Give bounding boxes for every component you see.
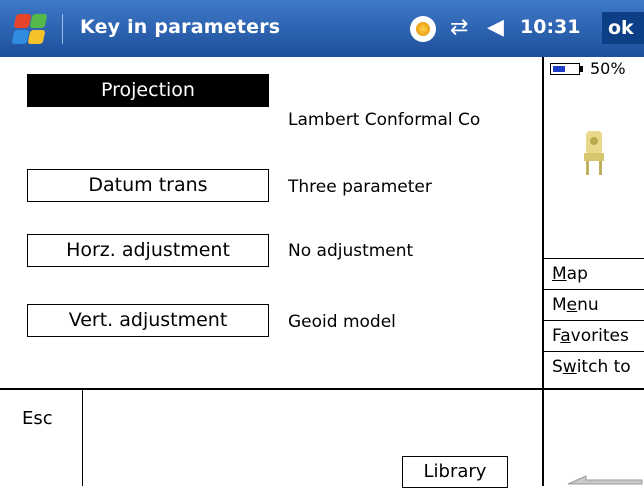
datum-trans-value: Three parameter [288, 177, 432, 197]
vert-adjustment-button[interactable]: Vert. adjustment [27, 304, 269, 337]
esc-label: Esc [22, 408, 53, 429]
library-button[interactable]: Library [402, 456, 508, 488]
windows-start-icon[interactable] [11, 12, 48, 46]
menu-button[interactable]: Menu [544, 289, 644, 320]
battery-tip [580, 66, 583, 72]
vert-adjustment-value: Geoid model [288, 312, 396, 332]
battery-fill [553, 66, 565, 72]
bottom-divider [0, 388, 644, 390]
clock[interactable]: 10:31 [520, 16, 580, 38]
window-title: Key in parameters [80, 16, 281, 38]
title-separator [62, 14, 63, 44]
total-station-icon[interactable] [582, 131, 606, 175]
battery-icon[interactable] [550, 63, 580, 75]
projection-button[interactable]: Projection [27, 74, 269, 107]
esc-button[interactable]: Esc [0, 390, 83, 486]
sync-icon[interactable] [410, 16, 436, 42]
map-button[interactable]: Map [544, 258, 644, 289]
parameters-panel: Projection Lambert Conformal Co Datum tr… [0, 57, 542, 388]
title-bar: Key in parameters ⇄ ◀︎ 10:31 ok [0, 0, 644, 57]
projection-value: Lambert Conformal Co [288, 110, 481, 130]
datum-trans-button[interactable]: Datum trans [27, 169, 269, 202]
battery-percent[interactable]: 50% [590, 59, 626, 78]
right-panel: 50% Map Menu Favorites Switch to [544, 57, 644, 388]
switch-to-button[interactable]: Switch to [544, 351, 644, 382]
horz-adjustment-button[interactable]: Horz. adjustment [27, 234, 269, 267]
keyboard-arrow-icon[interactable] [566, 462, 644, 486]
horz-adjustment-value: No adjustment [288, 241, 414, 261]
connectivity-icon[interactable]: ⇄ [450, 15, 468, 41]
volume-icon[interactable]: ◀︎ [487, 15, 504, 41]
ok-button[interactable]: ok [602, 12, 644, 44]
favorites-button[interactable]: Favorites [544, 320, 644, 351]
